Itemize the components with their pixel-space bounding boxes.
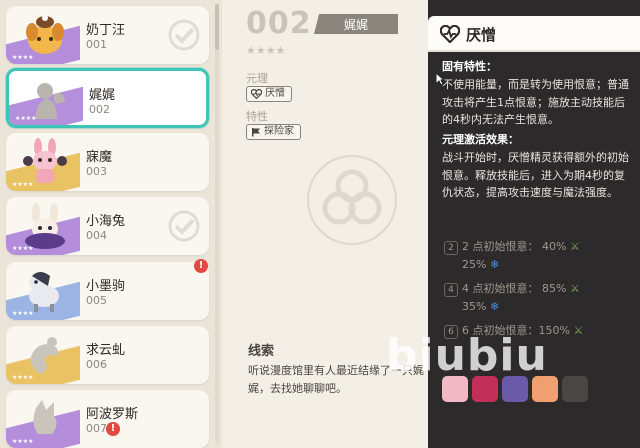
- list-item-004[interactable]: ★★★★ 小海兔 004: [6, 197, 209, 255]
- level-row-4: 4 4 点初始恨意： 85% ⚔ 35% ❄: [444, 280, 630, 316]
- spirit-name: 奶丁汪: [86, 23, 126, 38]
- spirit-number: 002: [89, 103, 110, 116]
- attack-speed-icon: ⚔: [573, 324, 584, 337]
- spirit-silhouette-icon: [30, 337, 59, 374]
- detail-stars: ★★★★: [246, 44, 286, 57]
- level-row-2: 2 2 点初始恨意： 40% ⚔ 25% ❄: [444, 238, 630, 274]
- spirit-name: 阿波罗斯: [86, 407, 139, 422]
- spirit-number: 004: [86, 229, 107, 242]
- list-item-006[interactable]: ★★★★ 求云虬 006: [6, 326, 209, 384]
- trait-chip[interactable]: 探险家: [246, 124, 301, 140]
- rarity-stars: ★★★★: [12, 374, 34, 381]
- heart-pulse-icon: [440, 25, 460, 43]
- rarity-stars: ★★★★: [12, 245, 34, 252]
- owned-check-icon: [168, 19, 200, 51]
- level-text: 2 点初始恨意： 40%: [462, 240, 567, 253]
- spirit-number: 006: [86, 358, 107, 371]
- magic-power-icon: ❄: [489, 258, 500, 271]
- spirit-silhouette-icon: [33, 400, 57, 434]
- spirit-avatar-icon: [23, 138, 67, 183]
- list-scrollbar[interactable]: [215, 4, 219, 444]
- element-chip[interactable]: 厌憎: [246, 86, 292, 102]
- spirit-avatar-icon: [25, 203, 65, 249]
- spirit-name: 求云虬: [86, 343, 126, 358]
- spirit-number: 005: [86, 294, 107, 307]
- heart-pulse-icon: [251, 89, 262, 99]
- spirit-name: 小海兔: [86, 214, 126, 229]
- spirit-name: 娓娓: [89, 88, 116, 103]
- spirit-number: 003: [86, 165, 107, 178]
- explorer-flag-icon: [252, 128, 260, 137]
- attack-speed-icon: ⚔: [569, 240, 580, 253]
- owned-check-icon: [168, 210, 200, 242]
- attack-speed-icon: ⚔: [569, 282, 580, 295]
- list-item-003[interactable]: ★★★★ 寐魔 003: [6, 133, 209, 191]
- rarity-stars: ★★★★: [12, 54, 34, 61]
- trait-label: 特性: [246, 110, 268, 123]
- list-item-005[interactable]: ★★★★ 小墨驹 005: [6, 262, 209, 320]
- rarity-stars: ★★★★: [15, 115, 37, 122]
- spirit-number: 001: [86, 38, 107, 51]
- magic-power-icon: ❄: [489, 300, 500, 313]
- spirit-number: 007: [86, 422, 107, 435]
- trait-chip-label: 探险家: [264, 126, 294, 137]
- level-text-2: 25%: [462, 258, 487, 271]
- innate-text: 不使用能量，而是转为使用恨意；普通攻击将产生1点恨意；施放主动技能后的4秒内无法…: [442, 78, 629, 126]
- element-chip-label: 厌憎: [265, 88, 285, 99]
- level-text-2: 35%: [462, 300, 487, 313]
- innate-title: 固有特性：: [442, 60, 497, 73]
- rarity-stars: ★★★★: [12, 181, 34, 188]
- spirit-avatar-icon: [26, 15, 64, 54]
- new-alert-icon: !: [194, 259, 208, 273]
- detail-name: 娓娓: [343, 18, 368, 32]
- list-item-002[interactable]: ★★★★ 娓娓 002: [6, 68, 209, 128]
- new-alert-icon: !: [106, 422, 120, 436]
- element-label: 元理: [246, 72, 268, 85]
- level-badge: 2: [444, 241, 458, 255]
- element-emblem-icon: [307, 155, 397, 245]
- level-badge: 4: [444, 283, 458, 297]
- rarity-stars: ★★★★: [12, 438, 34, 445]
- spirit-name: 寐魔: [86, 150, 113, 165]
- activate-title: 元理激活效果：: [442, 133, 519, 146]
- spirit-list: ★★★★ 奶丁汪 001 ★★★★ 娓娓 002 ★★★★ 寐魔 003 ★★★…: [0, 0, 222, 448]
- element-info-header: 厌憎: [428, 16, 640, 52]
- scrollbar-thumb[interactable]: [215, 4, 219, 50]
- spirit-name: 小墨驹: [86, 279, 126, 294]
- rarity-stars: ★★★★: [12, 310, 34, 317]
- list-item-001[interactable]: ★★★★ 奶丁汪 001: [6, 6, 209, 64]
- element-info-title: 厌憎: [466, 26, 497, 44]
- detail-name-bar: 娓娓: [314, 14, 398, 34]
- mouse-cursor-icon: [435, 72, 445, 86]
- related-spirit-avatar[interactable]: [562, 376, 588, 402]
- level-text: 4 点初始恨意： 85%: [462, 282, 567, 295]
- clue-title: 线索: [248, 344, 275, 359]
- watermark: biubiu: [386, 330, 548, 381]
- activate-text: 战斗开始时，厌憎精灵获得额外的初始恨意。释放技能后，进入为期4秒的复仇状态，提高…: [442, 151, 629, 199]
- list-item-007[interactable]: ★★★★ 阿波罗斯 007: [6, 390, 209, 448]
- detail-number: 002: [246, 6, 312, 41]
- spirit-avatar-icon: [29, 272, 59, 312]
